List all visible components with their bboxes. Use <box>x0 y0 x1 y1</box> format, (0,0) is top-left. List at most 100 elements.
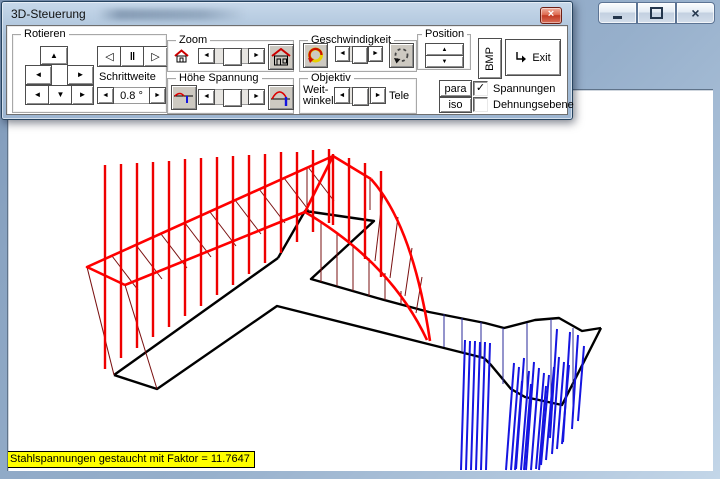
spannungen-checkbox-row: ✓ Spannungen <box>473 81 555 96</box>
weitwinkel-label: Weit- winkel <box>303 85 333 107</box>
position-down-button[interactable]: ▼ <box>425 55 464 68</box>
pause-icon: ‖ <box>130 51 135 63</box>
bmp-button[interactable]: BMP <box>478 38 502 79</box>
arrow-left-icon: ◄ <box>102 92 109 100</box>
objektiv-scroll-thumb[interactable] <box>352 87 369 106</box>
animate-forward-button[interactable]: ▷ <box>143 46 168 67</box>
fast-rotation-icon <box>306 46 325 65</box>
dialog-title: 3D-Steuerung <box>11 7 86 21</box>
arrow-left-icon: ◄ <box>34 91 42 99</box>
group-hoehe-spannung-label: Höhe Spannung <box>176 72 262 84</box>
speed-slow-button[interactable] <box>389 43 414 68</box>
animate-back-button[interactable]: ◁ <box>97 46 122 67</box>
dialog-3d-steuerung: 3D-Steuerung × Rotieren ▲ ◄ ► ◄ ▼ ► ◁ ‖ … <box>1 1 573 120</box>
compression-ordinates <box>461 329 584 470</box>
group-position-label: Position <box>422 28 467 40</box>
group-zoom: Zoom ◄ ► <box>167 40 294 72</box>
spannung-scroll-right-button[interactable]: ► <box>248 89 265 105</box>
dehnungsebene-checkbox-row: Dehnungsebene <box>473 97 574 112</box>
speed-fast-button[interactable] <box>303 43 328 68</box>
schrittweite-label: Schrittweite <box>99 71 156 83</box>
tele-label: Tele <box>389 90 409 102</box>
play-forward-icon: ▷ <box>151 50 159 63</box>
arrow-up-icon: ▲ <box>50 52 58 60</box>
schrittweite-decrease-button[interactable]: ◄ <box>97 87 114 104</box>
dialog-close-button[interactable]: × <box>540 7 562 24</box>
small-stress-curve-icon <box>174 89 194 106</box>
exit-button[interactable]: Exit <box>505 39 561 76</box>
zoom-in-house-button[interactable] <box>268 44 294 70</box>
speed-scroll-thumb[interactable] <box>352 46 368 64</box>
objektiv-scroll-left-button[interactable]: ◄ <box>334 87 350 104</box>
zoom-in-house-icon <box>271 48 291 66</box>
arrow-left-icon: ◄ <box>339 50 346 58</box>
dialog-client-area: Rotieren ▲ ◄ ► ◄ ▼ ► ◁ ‖ ▷ Schrittweite … <box>6 25 568 115</box>
group-rotieren: Rotieren ▲ ◄ ► ◄ ▼ ► ◁ ‖ ▷ Schrittweite … <box>12 34 167 113</box>
spannung-height-min-button[interactable] <box>171 85 197 110</box>
arrow-down-icon: ▼ <box>442 58 448 66</box>
zoom-scroll-right-button[interactable]: ► <box>248 48 265 64</box>
arrow-left-icon: ◄ <box>203 93 210 101</box>
spannung-height-max-button[interactable] <box>268 85 294 110</box>
dehnungsebene-checkbox-label: Dehnungsebene <box>493 99 574 111</box>
maximize-icon <box>650 7 663 19</box>
rotate-down-right-button[interactable]: ► <box>71 85 94 105</box>
spannung-scroll-left-button[interactable]: ◄ <box>198 89 215 105</box>
exit-arrow-icon <box>515 52 527 63</box>
zoom-scroll-track[interactable] <box>215 48 248 64</box>
arrow-right-icon: ► <box>253 52 260 60</box>
zoom-scroll-thumb[interactable] <box>223 48 242 66</box>
rotate-down-button[interactable]: ▼ <box>48 85 73 105</box>
minimize-icon <box>613 16 622 19</box>
speed-scroll-track[interactable] <box>350 46 368 62</box>
arrow-right-icon: ► <box>372 50 379 58</box>
wireframe-drawing <box>7 89 713 471</box>
schrittweite-increase-button[interactable]: ► <box>149 87 166 104</box>
para-button[interactable]: para <box>439 80 472 97</box>
arrow-right-icon: ► <box>154 92 161 100</box>
screen: { "window": { "caption": {"minimize": "m… <box>0 0 720 479</box>
bmp-button-label: BMP <box>484 47 496 71</box>
speed-scroll-right-button[interactable]: ► <box>368 46 383 62</box>
animate-pause-button[interactable]: ‖ <box>120 46 145 67</box>
3d-viewport: Stahlspannungen gestaucht mit Faktor = 1… <box>7 89 713 471</box>
slow-rotation-icon <box>392 46 411 65</box>
schrittweite-stepper: ◄ 0.8 ° ► <box>97 87 166 104</box>
arrow-right-icon: ► <box>77 71 85 79</box>
rotate-down-left-button[interactable]: ◄ <box>25 85 50 105</box>
window-caption-buttons: × <box>598 2 715 24</box>
status-badge: Stahlspannungen gestaucht mit Faktor = 1… <box>7 451 255 468</box>
group-hoehe-spannung: Höhe Spannung ◄ ► <box>167 78 294 114</box>
speed-scroll-left-button[interactable]: ◄ <box>335 46 350 62</box>
arrow-up-icon: ▲ <box>442 46 448 54</box>
objektiv-scroll-track[interactable] <box>350 87 370 104</box>
minimize-button[interactable] <box>598 2 637 24</box>
group-position: Position ▲ ▼ <box>417 34 471 70</box>
arrow-right-icon: ► <box>79 91 87 99</box>
rotate-left-button[interactable]: ◄ <box>25 65 52 85</box>
rotate-right-button[interactable]: ► <box>67 65 94 85</box>
spannung-height-scrollbar: ◄ ► <box>198 89 265 105</box>
iso-button-label: iso <box>448 99 462 111</box>
close-button[interactable]: × <box>676 2 715 24</box>
group-rotieren-label: Rotieren <box>21 28 69 40</box>
zoom-out-house-icon[interactable] <box>173 49 190 63</box>
group-zoom-label: Zoom <box>176 34 210 46</box>
objektiv-scroll-right-button[interactable]: ► <box>370 87 386 104</box>
exit-button-label: Exit <box>532 52 550 64</box>
speed-scrollbar: ◄ ► <box>335 46 383 62</box>
spannungen-checkbox[interactable]: ✓ <box>473 81 488 96</box>
titlebar-glass-reflection <box>97 9 247 20</box>
play-back-icon: ◁ <box>105 50 113 63</box>
maximize-button[interactable] <box>637 2 676 24</box>
dehnungsebene-checkbox[interactable] <box>473 97 488 112</box>
iso-button[interactable]: iso <box>439 97 472 113</box>
spannung-scroll-track[interactable] <box>215 89 248 105</box>
spannung-scroll-thumb[interactable] <box>223 89 242 107</box>
check-icon: ✓ <box>476 82 485 94</box>
group-geschwindigkeit: Geschwindigkeit ◄ ► <box>299 40 417 72</box>
zoom-scroll-left-button[interactable]: ◄ <box>198 48 215 64</box>
rotate-up-button[interactable]: ▲ <box>40 46 68 65</box>
arrow-left-icon: ◄ <box>35 71 43 79</box>
spannungen-checkbox-label: Spannungen <box>493 83 555 95</box>
